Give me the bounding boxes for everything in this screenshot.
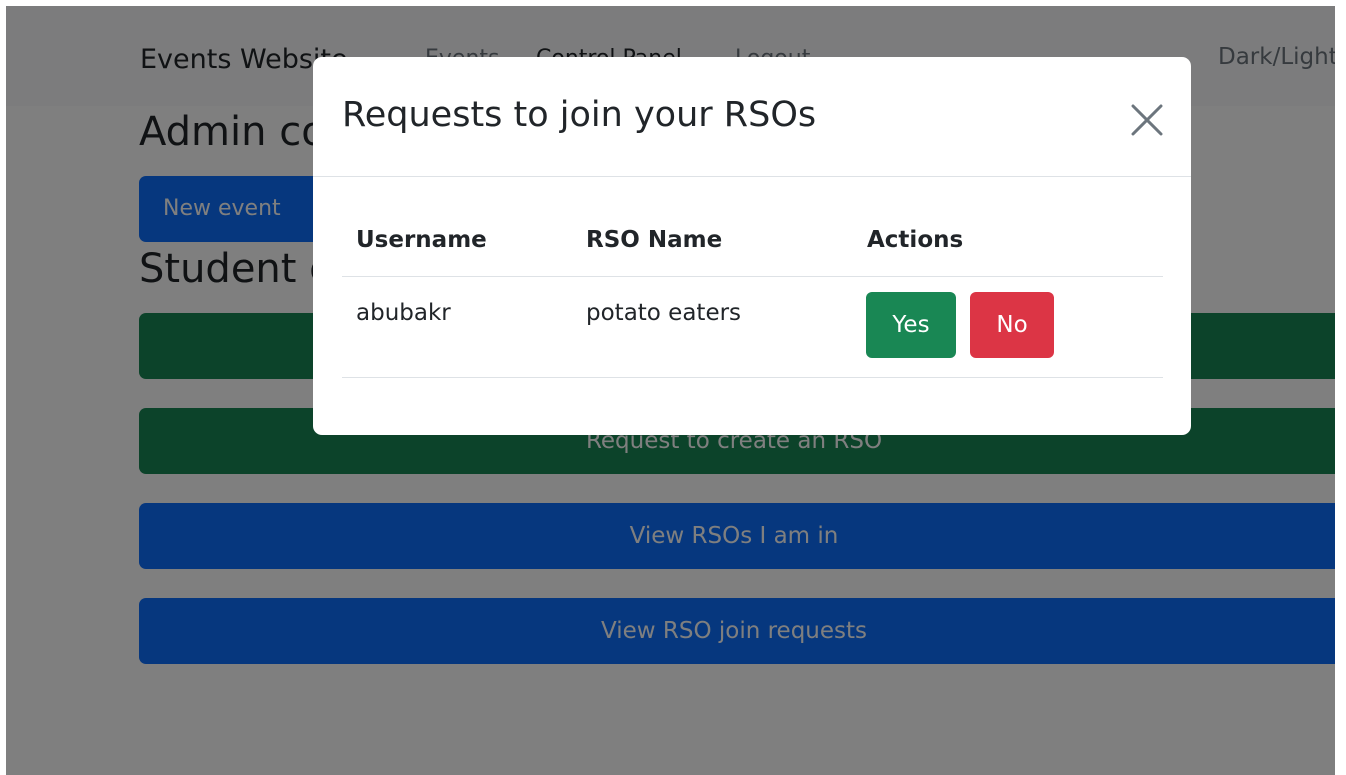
accept-button[interactable]: Yes	[866, 292, 956, 358]
table-row-divider	[342, 377, 1163, 378]
screen: Events Website Events Control Panel Logo…	[6, 6, 1335, 775]
reject-button[interactable]: No	[970, 292, 1054, 358]
cell-username: abubakr	[356, 300, 451, 326]
close-button[interactable]	[1127, 100, 1167, 140]
join-requests-modal: Requests to join your RSOs Username RSO …	[313, 57, 1191, 435]
close-icon	[1131, 104, 1163, 136]
modal-header-divider	[313, 176, 1191, 177]
table-header-divider	[342, 276, 1163, 277]
modal-title: Requests to join your RSOs	[342, 95, 817, 135]
cell-rso-name: potato eaters	[586, 300, 742, 326]
column-header-actions: Actions	[867, 227, 964, 253]
column-header-username: Username	[356, 227, 487, 253]
column-header-rso-name: RSO Name	[586, 227, 723, 253]
